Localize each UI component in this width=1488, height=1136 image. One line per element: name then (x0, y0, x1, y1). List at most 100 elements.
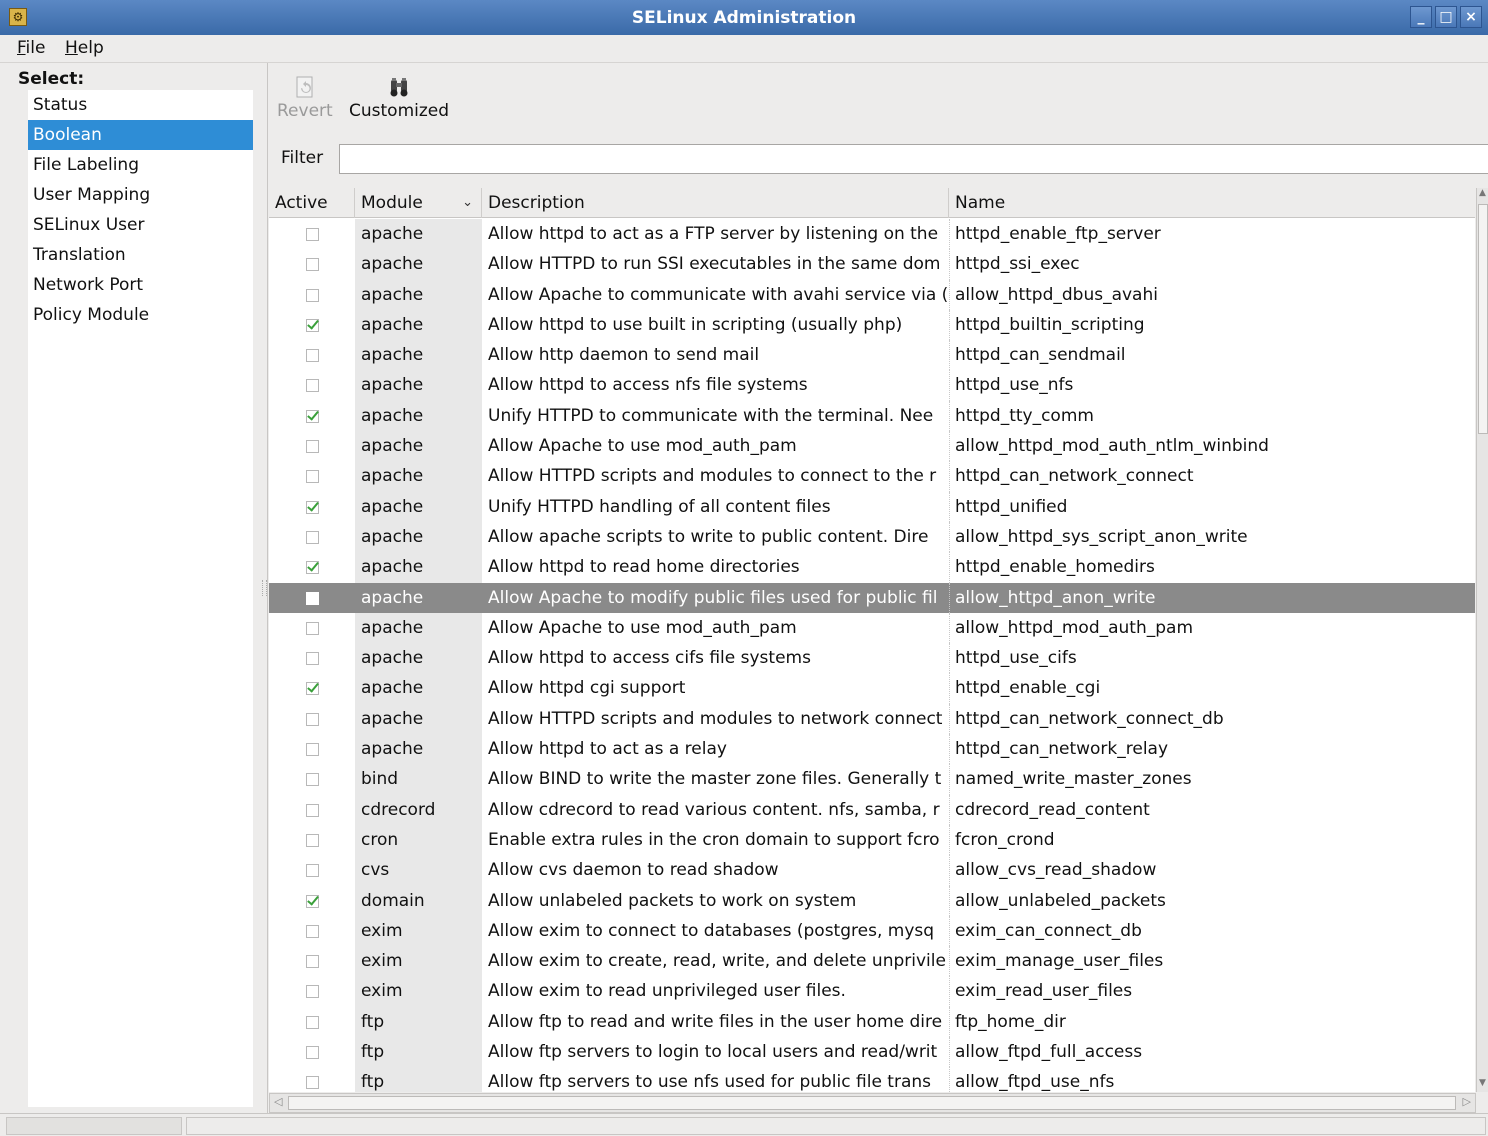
menu-file[interactable]: File (17, 38, 45, 58)
table-row[interactable]: apache Allow httpd to act as a relay httpd… (269, 734, 1475, 765)
table-row[interactable]: apache Allow Apache to modify public file… (269, 582, 1475, 613)
table-row[interactable]: apache Unify HTTPD to communicate with th… (269, 400, 1475, 432)
table-row[interactable]: exim Allow exim to connect to databases (… (269, 915, 1475, 947)
column-header-module[interactable]: Module ⌄ (355, 188, 482, 218)
active-checkbox[interactable] (306, 561, 319, 575)
active-cell (269, 1037, 355, 1067)
active-cell (269, 492, 355, 522)
active-checkbox[interactable] (306, 864, 319, 878)
scroll-right-icon[interactable]: ▷ (1463, 1095, 1471, 1108)
scroll-left-icon[interactable]: ◁ (274, 1095, 282, 1108)
table-row[interactable]: apache Allow httpd to act as a FTP server… (269, 219, 1475, 250)
table-row[interactable]: apache Allow Apache to use mod_auth_pam al… (269, 612, 1475, 644)
customized-button[interactable]: Customized (349, 76, 449, 121)
table-row[interactable]: cdrecord Allow cdrecord to read various c… (269, 794, 1475, 825)
table-row[interactable]: apache Allow HTTPD scripts and modules to… (269, 461, 1475, 492)
table-row[interactable]: ftp Allow ftp to read and write files in … (269, 1006, 1475, 1038)
active-checkbox[interactable] (306, 712, 319, 726)
active-checkbox[interactable] (306, 833, 319, 847)
active-checkbox[interactable] (306, 924, 319, 938)
active-cell (269, 886, 355, 916)
active-checkbox[interactable] (306, 955, 319, 969)
window-titlebar[interactable]: ⚙ SELinux Administration _ □ × (0, 0, 1488, 35)
active-checkbox[interactable] (306, 894, 319, 908)
description-cell: Enable extra rules in the cron domain to… (488, 829, 940, 850)
table-row[interactable]: apache Allow HTTPD to run SSI executables… (269, 249, 1475, 280)
filter-input[interactable] (339, 144, 1488, 174)
active-checkbox[interactable] (306, 440, 319, 454)
table-row[interactable]: apache Allow httpd cgi support httpd_enabl… (269, 673, 1475, 704)
table-row[interactable]: apache Allow httpd to read home directori… (269, 552, 1475, 583)
table-row[interactable]: apache Allow apache scripts to write to p… (269, 521, 1475, 553)
scroll-down-icon[interactable]: ▼ (1477, 1078, 1488, 1092)
table-row[interactable]: apache Unify HTTPD handling of all conten… (269, 491, 1475, 522)
active-checkbox[interactable] (306, 409, 319, 423)
column-header-active[interactable]: Active (269, 188, 355, 218)
active-checkbox[interactable] (306, 985, 319, 999)
active-checkbox[interactable] (306, 621, 319, 635)
sidebar-item-translation[interactable]: Translation (28, 240, 253, 270)
table-row[interactable]: bind Allow BIND to write the master zone … (269, 764, 1475, 795)
description-cell: Allow httpd to use built in scripting (u… (488, 314, 903, 335)
horizontal-scrollbar[interactable]: ◁ ▷ (269, 1093, 1476, 1113)
table-row[interactable]: cvs Allow cvs daemon to read shadow allow_… (269, 855, 1475, 886)
active-checkbox[interactable] (306, 1015, 319, 1029)
sort-descending-icon: ⌄ (462, 195, 473, 210)
table-row[interactable]: exim Allow exim to create, read, write, a… (269, 946, 1475, 977)
vertical-scrollbar[interactable]: ▲ ▼ (1476, 188, 1488, 1092)
sidebar-item-network-port[interactable]: Network Port (28, 270, 253, 300)
menu-help[interactable]: Help (65, 38, 104, 58)
table-row[interactable]: apache Allow http daemon to send mail http… (269, 340, 1475, 371)
active-checkbox[interactable] (306, 258, 319, 272)
active-checkbox[interactable] (306, 379, 319, 393)
sidebar-item-selinux-user[interactable]: SELinux User (28, 210, 253, 240)
maximize-button[interactable]: □ (1435, 6, 1457, 28)
active-checkbox[interactable] (306, 1046, 319, 1060)
table-row[interactable]: apache Allow httpd to use built in script… (269, 309, 1475, 341)
column-header-name[interactable]: Name (949, 188, 1475, 218)
active-checkbox[interactable] (306, 652, 319, 666)
description-cell: Allow httpd to act as a FTP server by li… (488, 224, 939, 244)
sidebar-item-user-mapping[interactable]: User Mapping (28, 180, 253, 210)
table-row[interactable]: ftp Allow ftp servers to login to local u… (269, 1037, 1475, 1068)
active-checkbox[interactable] (306, 349, 319, 363)
table-row[interactable]: apache Allow httpd to access cifs file sy… (269, 643, 1475, 674)
active-checkbox[interactable] (306, 773, 319, 787)
table-row[interactable]: ftp Allow ftp servers to use nfs used for… (269, 1067, 1475, 1092)
active-checkbox[interactable] (306, 470, 319, 484)
active-checkbox[interactable] (306, 228, 319, 241)
revert-button[interactable]: Revert (277, 76, 333, 121)
module-cell: apache (355, 491, 482, 522)
active-checkbox[interactable] (306, 803, 319, 817)
active-checkbox[interactable] (306, 530, 319, 544)
horizontal-scroll-thumb[interactable] (288, 1096, 1456, 1110)
table-row[interactable]: apache Allow Apache to use mod_auth_pam al… (269, 431, 1475, 462)
table-row[interactable]: exim Allow exim to read unprivileged user… (269, 976, 1475, 1007)
sidebar-item-policy-module[interactable]: Policy Module (28, 300, 253, 330)
name-cell: httpd_unified (949, 491, 1475, 522)
active-checkbox[interactable] (306, 318, 319, 332)
scroll-up-icon[interactable]: ▲ (1477, 188, 1488, 202)
table-row[interactable]: domain Allow unlabeled packets to work on… (269, 885, 1475, 916)
column-header-description[interactable]: Description (482, 188, 949, 218)
active-checkbox[interactable] (306, 591, 319, 605)
active-checkbox[interactable] (306, 288, 319, 302)
active-checkbox[interactable] (306, 1076, 319, 1090)
revert-label: Revert (277, 101, 333, 121)
module-cell: apache (355, 279, 482, 310)
table-row[interactable]: apache Allow Apache to communicate with a… (269, 279, 1475, 310)
close-button[interactable]: × (1460, 6, 1482, 28)
active-checkbox[interactable] (306, 743, 319, 757)
table-row[interactable]: apache Allow httpd to access nfs file sys… (269, 370, 1475, 401)
sidebar-item-file-labeling[interactable]: File Labeling (28, 150, 253, 180)
table-row[interactable]: cron Enable extra rules in the cron domai… (269, 824, 1475, 856)
name-cell: httpd_tty_comm (949, 400, 1475, 432)
minimize-button[interactable]: _ (1410, 6, 1432, 28)
sidebar-item-status[interactable]: Status (28, 90, 253, 120)
table-row[interactable]: apache Allow HTTPD scripts and modules to… (269, 703, 1475, 735)
active-checkbox[interactable] (306, 500, 319, 514)
vertical-scroll-thumb[interactable] (1478, 204, 1488, 434)
module-cell: apache (355, 400, 482, 432)
active-checkbox[interactable] (306, 682, 319, 696)
sidebar-item-boolean[interactable]: Boolean (28, 120, 253, 150)
